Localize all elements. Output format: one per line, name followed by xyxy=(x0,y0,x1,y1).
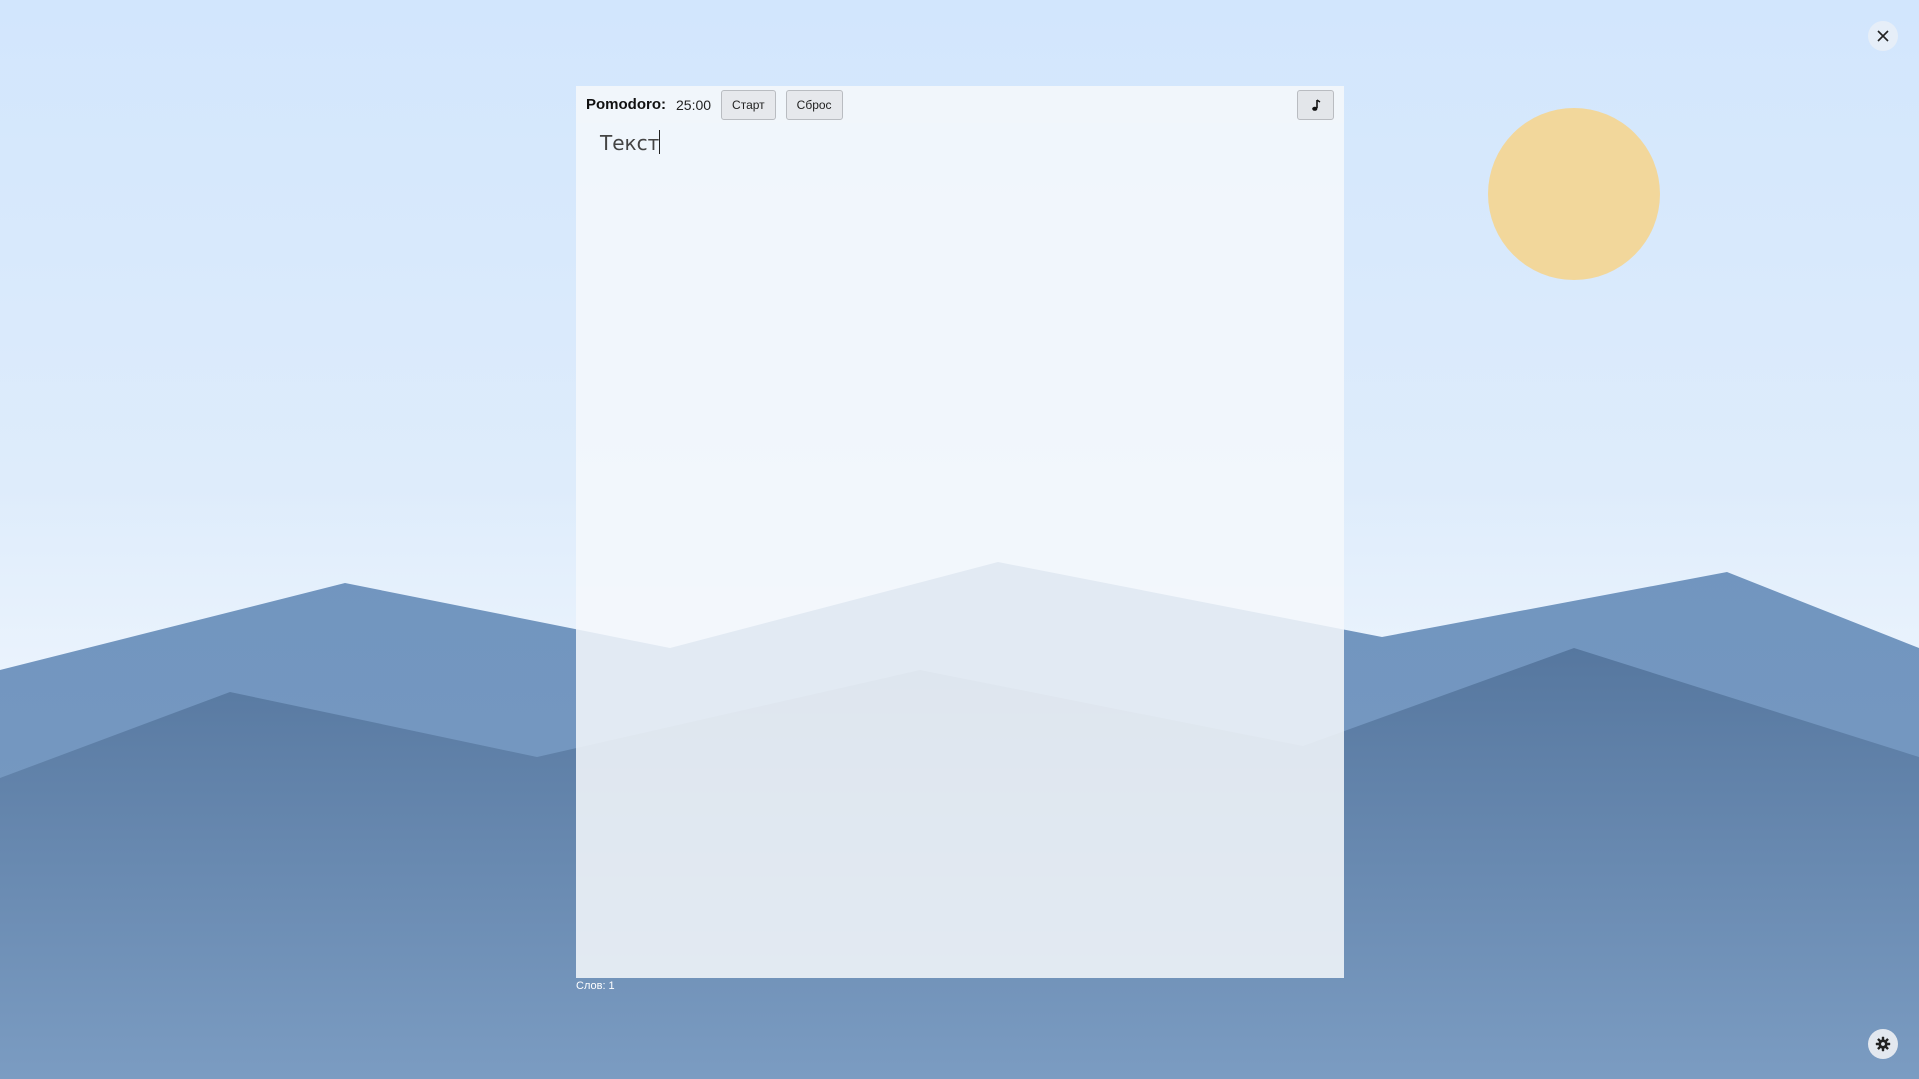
close-icon xyxy=(1877,30,1889,42)
close-button[interactable] xyxy=(1868,21,1898,51)
text-caret xyxy=(659,130,661,154)
sun xyxy=(1488,108,1660,280)
pomodoro-toolbar: Pomodoro: 25:00 Старт Сброс xyxy=(576,86,1344,123)
word-count: Слов: 1 xyxy=(576,980,615,992)
music-note-icon xyxy=(1311,98,1320,111)
pomodoro-timer: 25:00 xyxy=(676,96,712,113)
gear-icon xyxy=(1875,1036,1891,1052)
editor-text-area[interactable]: Текст xyxy=(576,123,1344,978)
editor-content: Текст xyxy=(600,131,660,155)
app-background: Pomodoro: 25:00 Старт Сброс Текст Слов: … xyxy=(0,0,1919,1079)
start-button[interactable]: Старт xyxy=(721,89,776,120)
editor-panel: Pomodoro: 25:00 Старт Сброс Текст xyxy=(576,86,1344,978)
settings-button[interactable] xyxy=(1868,1029,1898,1059)
reset-button[interactable]: Сброс xyxy=(785,89,843,120)
music-button[interactable] xyxy=(1297,90,1334,120)
pomodoro-label: Pomodoro: xyxy=(586,96,666,113)
